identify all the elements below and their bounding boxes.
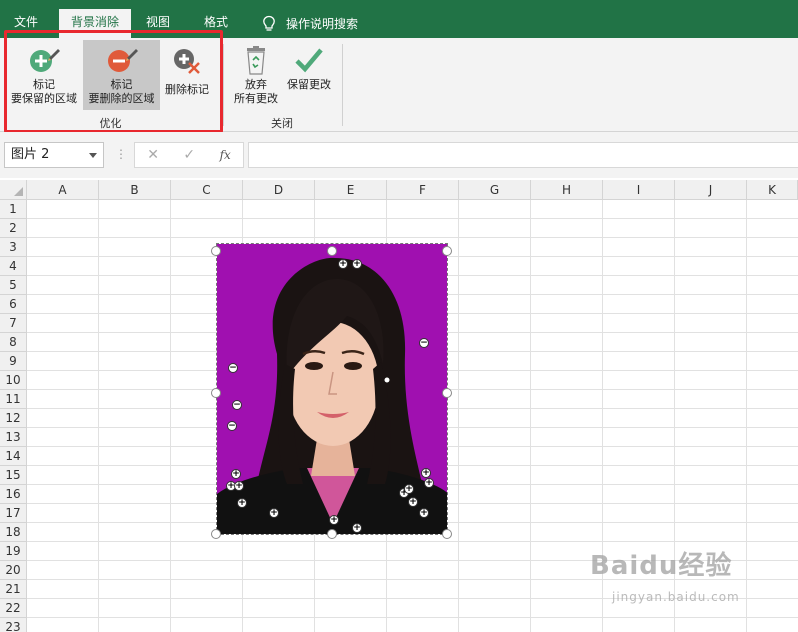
select-all-corner[interactable] [0, 180, 27, 200]
keep-mark-icon[interactable]: + [404, 484, 414, 494]
resize-handle[interactable] [442, 388, 452, 398]
name-box[interactable]: 图片 2 [4, 142, 104, 168]
gridline [458, 200, 459, 632]
column-header-j[interactable]: J [675, 180, 747, 200]
keep-mark-icon[interactable]: + [408, 497, 418, 507]
column-header-d[interactable]: D [243, 180, 315, 200]
ribbon-separator [223, 44, 224, 126]
gridline [27, 541, 798, 542]
remove-mark-icon[interactable]: − [228, 363, 238, 373]
gridline [170, 200, 171, 632]
keep-mark-icon[interactable]: + [421, 468, 431, 478]
resize-handle[interactable] [211, 246, 221, 256]
resize-handle[interactable] [327, 529, 337, 539]
gridline [27, 237, 798, 238]
keep-mark-icon[interactable]: + [231, 469, 241, 479]
column-header-b[interactable]: B [99, 180, 171, 200]
column-header-f[interactable]: F [387, 180, 459, 200]
keep-changes-button[interactable]: 保留更改 [284, 40, 334, 110]
resize-handle[interactable] [327, 246, 337, 256]
row-header-7[interactable]: 7 [0, 314, 27, 333]
row-header-6[interactable]: 6 [0, 295, 27, 314]
row-header-9[interactable]: 9 [0, 352, 27, 371]
remove-mark-icon[interactable]: − [232, 400, 242, 410]
row-header-11[interactable]: 11 [0, 390, 27, 409]
search-label: 操作说明搜索 [286, 16, 359, 31]
formula-bar: 图片 2 ⋮ ✕ ✓ fx [0, 132, 798, 178]
gridline [98, 200, 99, 632]
column-header-c[interactable]: C [171, 180, 243, 200]
gridline [27, 218, 798, 219]
row-header-2[interactable]: 2 [0, 219, 27, 238]
formula-bar-grip[interactable]: ⋮ [115, 147, 127, 161]
keep-changes-label: 保留更改 [287, 78, 331, 91]
row-header-5[interactable]: 5 [0, 276, 27, 295]
checkmark-icon [295, 48, 323, 73]
lightbulb-icon [263, 15, 275, 31]
formula-input[interactable] [248, 142, 798, 168]
row-header-14[interactable]: 14 [0, 447, 27, 466]
gridline [746, 200, 747, 632]
watermark-logo: Baidu经验 [590, 551, 733, 581]
keep-mark-icon[interactable]: + [338, 259, 348, 269]
row-header-19[interactable]: 19 [0, 542, 27, 561]
formula-buttons: ✕ ✓ fx [134, 142, 244, 168]
chevron-down-icon[interactable] [89, 153, 97, 158]
row-header-4[interactable]: 4 [0, 257, 27, 276]
group-label-close: 关闭 [271, 117, 293, 130]
row-header-10[interactable]: 10 [0, 371, 27, 390]
row-header-18[interactable]: 18 [0, 523, 27, 542]
insert-function-icon[interactable]: fx [220, 148, 231, 162]
gridline [530, 200, 531, 632]
annotation-highlight-box [4, 30, 223, 133]
column-header-k[interactable]: K [747, 180, 798, 200]
row-header-22[interactable]: 22 [0, 599, 27, 618]
enter-icon[interactable]: ✓ [183, 147, 195, 163]
name-box-value: 图片 2 [11, 147, 50, 162]
discard-label-2: 所有更改 [234, 92, 278, 105]
row-header-21[interactable]: 21 [0, 580, 27, 599]
row-header-15[interactable]: 15 [0, 466, 27, 485]
keep-mark-icon[interactable]: + [352, 259, 362, 269]
row-header-1[interactable]: 1 [0, 200, 27, 219]
cancel-icon[interactable]: ✕ [147, 147, 159, 163]
resize-handle[interactable] [442, 246, 452, 256]
gridline [27, 617, 798, 618]
discard-changes-button[interactable]: 放弃 所有更改 [230, 40, 282, 110]
remove-mark-icon[interactable]: − [419, 338, 429, 348]
keep-mark-icon[interactable]: + [234, 481, 244, 491]
column-header-g[interactable]: G [459, 180, 531, 200]
column-header-h[interactable]: H [531, 180, 603, 200]
keep-mark-icon[interactable]: + [329, 515, 339, 525]
keep-mark-icon[interactable]: + [424, 478, 434, 488]
ribbon-separator [342, 44, 343, 126]
column-header-a[interactable]: A [27, 180, 99, 200]
row-header-13[interactable]: 13 [0, 428, 27, 447]
remove-mark-icon[interactable]: − [227, 421, 237, 431]
column-header-e[interactable]: E [315, 180, 387, 200]
resize-handle[interactable] [442, 529, 452, 539]
watermark-url: jingyan.baidu.com [612, 590, 740, 604]
tell-me-search[interactable]: 操作说明搜索 [262, 9, 370, 38]
keep-mark-icon[interactable]: + [269, 508, 279, 518]
row-header-17[interactable]: 17 [0, 504, 27, 523]
row-header-12[interactable]: 12 [0, 409, 27, 428]
resize-handle[interactable] [211, 388, 221, 398]
row-header-16[interactable]: 16 [0, 485, 27, 504]
keep-mark-icon[interactable]: + [352, 523, 362, 533]
column-header-i[interactable]: I [603, 180, 675, 200]
row-header-8[interactable]: 8 [0, 333, 27, 352]
row-header-3[interactable]: 3 [0, 238, 27, 257]
row-header-23[interactable]: 23 [0, 618, 27, 632]
keep-mark-icon[interactable]: + [419, 508, 429, 518]
discard-label-1: 放弃 [245, 78, 267, 91]
resize-handle[interactable] [211, 529, 221, 539]
row-header-20[interactable]: 20 [0, 561, 27, 580]
excel-window: 文件 背景消除 视图 格式 操作说明搜索 标记 要保留的区域 标记 要删除的区域… [0, 0, 798, 632]
recycle-bin-icon [247, 46, 265, 75]
keep-mark-icon[interactable]: + [237, 498, 247, 508]
